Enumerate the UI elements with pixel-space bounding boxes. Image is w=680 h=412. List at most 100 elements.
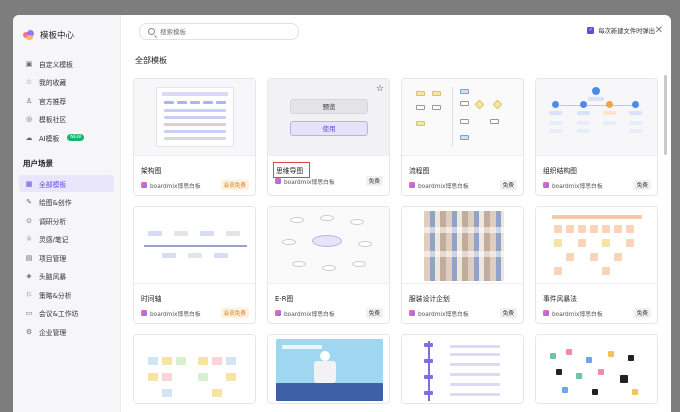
template-thumbnail [268,335,389,403]
sidebar-item-meeting[interactable]: ▭ 会议&工作坊 [19,305,114,322]
sidebar-item-enterprise[interactable]: ⚙ 企业管理 [19,323,114,340]
boardmix-logo-icon [275,310,281,316]
sidebar-item-label: 头脑风暴 [39,273,67,281]
bulb-icon: ☼ [25,235,33,243]
main-content: ✓ 每次新建文件时弹出 ✕ 全部模板 [121,15,671,412]
template-card-flowchart[interactable]: 流程图 boardmix博思白板 免费 [401,78,524,196]
analysis-icon: ⊙ [26,216,32,225]
sidebar-item-notes[interactable]: ☼ 灵感/笔记 [19,231,114,248]
boardmix-logo-icon [275,178,281,184]
popup-option[interactable]: ✓ 每次新建文件时弹出 [587,26,655,35]
template-name: E-R图 [275,295,294,303]
sidebar-item-all-templates[interactable]: ▦ 全部模板 [19,175,114,192]
price-tag: 会员免费 [220,180,249,190]
sidebar-item-label: 官方推荐 [39,97,67,106]
price-tag: 免费 [499,308,517,318]
boardmix-logo-icon [141,182,147,188]
sidebar-item-label: 灵感/笔记 [39,236,69,244]
preview-button[interactable]: 预览 [290,99,368,114]
search-icon [148,28,155,35]
template-meta: boardmix博思白板 会员免费 [141,180,249,190]
sidebar-item-drawing[interactable]: ✎ 绘图&创作 [19,194,114,211]
boardmix-logo-icon [543,310,549,316]
template-thumbnail [536,79,657,156]
thumbs-up-icon: ♙ [25,96,33,105]
template-thumbnail [402,79,523,156]
sidebar-item-strategy[interactable]: ⚐ 策略&分析 [19,286,114,303]
template-name-highlighted: 思维导图 [273,162,389,178]
sidebar-item-favorites[interactable]: ☆ 我的收藏 [19,74,114,91]
template-thumbnail [268,207,389,284]
template-meta: boardmix博思白板 免费 [275,176,383,186]
template-card-mind-map[interactable]: ☆ 预览 使用 思维导图 boardmix博思白板 免费 [267,78,390,196]
sidebar-item-brainstorm[interactable]: ◈ 头脑风暴 [19,268,114,285]
template-author: boardmix博思白板 [150,183,201,190]
price-tag: 免费 [365,176,383,186]
price-tag: 免费 [633,180,651,190]
sidebar-item-project[interactable]: ▤ 项目管理 [19,249,114,266]
template-thumbnail [536,335,657,403]
sidebar-item-ai-templates[interactable]: ☁ AI模板 NEW [19,129,114,146]
price-tag: 会员免费 [220,308,249,318]
template-grid: 架构图 boardmix博思白板 会员免费 ☆ 预览 使用 思维导图 board… [133,78,661,404]
star-icon: ☆ [25,78,33,86]
template-card-vertical-flow[interactable] [401,334,524,404]
section-label-user-scenes: 用户场景 [23,159,53,168]
template-card-er-diagram[interactable]: E-R图 boardmix博思白板 免费 [267,206,390,324]
template-name: 流程图 [409,167,430,175]
close-icon[interactable]: ✕ [655,25,663,36]
template-author: boardmix博思白板 [284,179,335,186]
template-author: boardmix博思白板 [284,311,335,318]
template-card-illustration[interactable] [267,334,390,404]
template-card-timeline[interactable]: 时间轴 boardmix博思白板 会员免费 [133,206,256,324]
boardmix-logo-icon [543,182,549,188]
project-icon: ▤ [25,253,33,262]
template-card-sticky-notes[interactable] [133,334,256,404]
price-tag: 免费 [499,180,517,190]
template-meta: boardmix博思白板 免费 [543,180,651,190]
template-meta: boardmix博思白板 会员免费 [141,308,249,318]
meeting-icon: ▭ [25,309,33,317]
page-title: 全部模板 [135,56,167,65]
template-card-fashion-design[interactable]: 服装设计企划 boardmix博思白板 免费 [401,206,524,324]
sidebar-item-community[interactable]: ◎ 模板社区 [19,111,114,128]
checkbox-checked-icon[interactable]: ✓ [587,27,595,34]
template-name: 架构图 [141,167,162,175]
brand: 模板中心 [23,29,114,41]
template-card-org-chart[interactable]: 组织结构图 boardmix博思白板 免费 [535,78,658,196]
boardmix-logo-icon [409,310,415,316]
template-meta: boardmix博思白板 免费 [409,308,517,318]
pen-icon: ✎ [26,198,32,206]
sidebar-item-label: AI模板 [39,134,60,143]
template-card-event-storming[interactable]: 事件风暴法 boardmix博思白板 免费 [535,206,658,324]
template-name: 时间轴 [141,295,162,303]
template-thumbnail [134,335,255,403]
template-thumbnail [536,207,657,284]
use-button[interactable]: 使用 [290,121,368,136]
sidebar-item-official[interactable]: ♙ 官方推荐 [19,92,114,109]
template-thumbnail [402,335,523,403]
community-icon: ◎ [25,115,33,123]
template-card-architecture[interactable]: 架构图 boardmix博思白板 会员免费 [133,78,256,196]
favorite-star-icon[interactable]: ☆ [376,84,384,94]
sidebar-item-label: 策略&分析 [39,291,72,300]
popup-option-label: 每次新建文件时弹出 [598,28,655,35]
sidebar-item-label: 绘图&创作 [39,199,72,207]
sidebar-item-custom-templates[interactable]: ▣ 自定义模板 [19,55,114,72]
search-input[interactable] [160,27,290,36]
template-author: boardmix博思白板 [552,183,603,190]
search-box[interactable] [139,23,299,40]
sidebar-item-research[interactable]: ⊙ 调研分析 [19,212,114,229]
sidebar-item-label: 全部模板 [39,180,67,189]
sidebar-item-label: 自定义模板 [39,60,73,69]
template-name: 组织结构图 [543,167,577,175]
template-center-logo-icon [23,30,35,40]
template-thumbnail: ☆ 预览 使用 [268,79,389,156]
sidebar-item-label: 项目管理 [39,254,67,263]
sidebar-item-label: 调研分析 [39,217,67,226]
sidebar-item-label: 会议&工作坊 [39,310,79,318]
scrollbar[interactable] [664,75,667,155]
template-author: boardmix博思白板 [150,311,201,318]
template-card-dots-board[interactable] [535,334,658,404]
template-thumbnail [402,207,523,284]
